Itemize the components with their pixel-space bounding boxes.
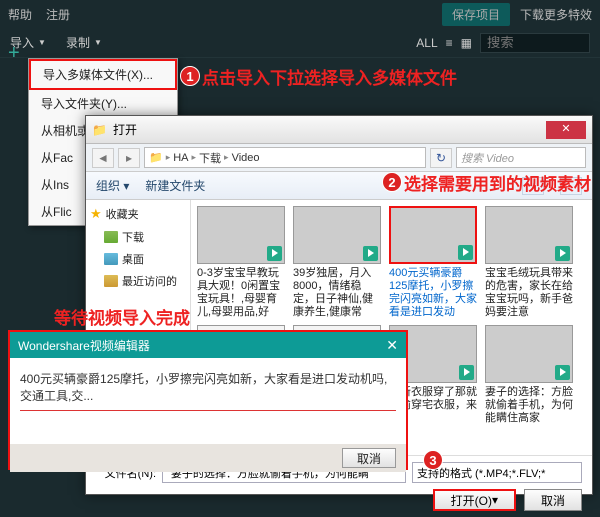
play-badge-icon <box>459 365 474 380</box>
file-item-selected[interactable]: 400元买辆豪爵125摩托，小罗擦完闪亮如新，大家看是进口发动 <box>389 206 479 319</box>
tip-3: 等待视频导入完成 <box>54 304 190 329</box>
filter-all[interactable]: ALL <box>416 36 437 50</box>
menu-import-folder[interactable]: 导入文件夹(Y)... <box>29 90 177 117</box>
dialog-search-input[interactable]: 搜索 Video <box>456 147 586 168</box>
more-effects-link[interactable]: 下载更多特效 <box>520 6 592 23</box>
add-icon[interactable]: + <box>8 42 20 65</box>
sidebar-favorites[interactable]: ★收藏夹 <box>90 206 186 222</box>
record-tab[interactable]: 录制 ▼ <box>66 34 102 51</box>
play-badge-icon <box>458 245 473 260</box>
save-project-button[interactable]: 保存项目 <box>442 3 510 26</box>
menu-import-media[interactable]: 导入多媒体文件(X)... <box>29 59 177 90</box>
play-badge-icon <box>267 246 282 261</box>
file-item[interactable]: 宝宝毛绒玩具带来的危害，家长在给宝宝玩吗，新手爸妈要注意 <box>485 206 575 319</box>
tip-2: 选择需要用到的视频素材 <box>404 170 591 195</box>
folder-icon: 📁 <box>92 123 107 137</box>
play-badge-icon <box>363 246 378 261</box>
file-item[interactable]: 妻子的选择：方脸就偷着手机，为何能瞒住高家 <box>485 325 575 438</box>
step-marker-1: 1 <box>180 66 200 86</box>
new-folder-button[interactable]: 新建文件夹 <box>145 177 205 194</box>
view-grid-icon[interactable]: ▦ <box>461 36 472 50</box>
sidebar-desktop[interactable]: 桌面 <box>90 248 186 270</box>
modal-body: 400元买辆豪爵125摩托，小罗擦完闪亮如新，大家看是进口发动机吗,交通工具,交… <box>10 358 406 444</box>
dialog-title: 打开 <box>113 121 137 138</box>
search-input[interactable] <box>480 33 590 53</box>
file-item[interactable]: 0-3岁宝宝早教玩具大观！0闲置宝宝玩具！,母婴育儿,母婴用品,好 <box>197 206 287 319</box>
progress-bar <box>20 410 396 411</box>
play-badge-icon <box>555 365 570 380</box>
modal-title: Wondershare视频编辑器 <box>18 337 150 354</box>
tip-1: 点击导入下拉选择导入多媒体文件 <box>202 64 457 89</box>
nav-back-icon[interactable]: ◄ <box>92 148 114 168</box>
menu-help[interactable]: 帮助 <box>8 6 32 23</box>
step-marker-2: 2 <box>382 172 402 192</box>
sidebar-downloads[interactable]: 下载 <box>90 226 186 248</box>
modal-close-icon[interactable]: ✕ <box>386 337 398 354</box>
sidebar-recent[interactable]: 最近访问的 <box>90 270 186 292</box>
modal-titlebar: Wondershare视频编辑器 ✕ <box>10 332 406 358</box>
open-button[interactable]: 打开(O) ▾ <box>433 489 516 511</box>
breadcrumb[interactable]: 📁 ▸HA▸下载▸Video <box>144 147 426 168</box>
dialog-nav: ◄ ▸ 📁 ▸HA▸下载▸Video ↻ 搜索 Video <box>86 144 592 172</box>
modal-message: 400元买辆豪爵125摩托，小罗擦完闪亮如新，大家看是进口发动机吗,交通工具,交… <box>20 372 387 403</box>
cancel-button[interactable]: 取消 <box>524 489 582 511</box>
organize-button[interactable]: 组织 ▾ <box>96 177 129 194</box>
refresh-icon[interactable]: ↻ <box>430 148 452 168</box>
menu-register[interactable]: 注册 <box>46 6 70 23</box>
step-marker-3: 3 <box>423 450 443 470</box>
modal-cancel-button[interactable]: 取消 <box>342 448 396 468</box>
nav-fwd-icon[interactable]: ▸ <box>118 148 140 168</box>
play-badge-icon <box>555 246 570 261</box>
toolbar: 导入 ▼ 录制 ▼ ALL ≡ ▦ <box>0 28 600 58</box>
progress-modal: Wondershare视频编辑器 ✕ 400元买辆豪爵125摩托，小罗擦完闪亮如… <box>8 330 408 470</box>
close-icon[interactable]: ✕ <box>546 121 586 139</box>
dialog-titlebar: 📁 打开 ✕ <box>86 116 592 144</box>
view-list-icon[interactable]: ≡ <box>446 36 453 50</box>
app-topbar: 帮助 注册 保存项目 下载更多特效 <box>0 0 600 28</box>
file-item[interactable]: 39岁独居，月入8000，情绪稳定，日子神仙,健康养生,健康常 <box>293 206 383 319</box>
